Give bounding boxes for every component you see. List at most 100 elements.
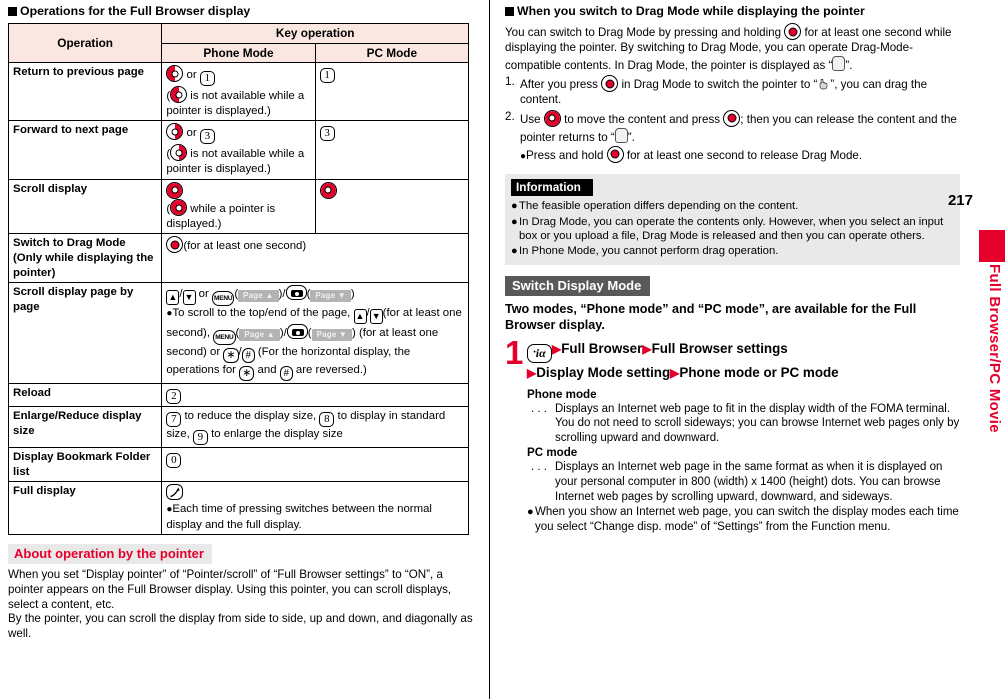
down-arrow-key-icon: ▼	[182, 290, 196, 306]
multifunction-key-left-icon	[170, 86, 188, 104]
left-section-heading: Operations for the Full Browser display	[8, 4, 478, 19]
key-1-icon: 1	[319, 68, 335, 84]
table-header-row-1: Operation Key operation	[7, 22, 469, 64]
key-8-icon: 8	[319, 412, 335, 428]
step-instruction: •iα ▶Full Browser▶Full Browser settings ▶…	[527, 338, 960, 383]
row-label-switch-drag-mode: Switch to Drag Mode (Only while displayi…	[7, 233, 163, 284]
star-key-icon: ∗	[239, 366, 255, 382]
information-title: Information	[511, 179, 593, 197]
or-text: or	[186, 69, 197, 82]
pointer-paragraph-1: When you set “Display pointer” of “Point…	[8, 568, 452, 611]
arrow-icon: ▶	[552, 341, 562, 356]
bullet-dot: ●	[511, 245, 518, 258]
key-2-icon: 2	[166, 389, 182, 405]
column-divider	[489, 0, 490, 699]
bullet-text-6: are reversed.)	[295, 364, 367, 377]
information-item: ● The feasible operation differs dependi…	[511, 199, 953, 213]
star-key-icon: ∗	[223, 348, 239, 364]
definition-term-pc-mode: PC mode	[527, 446, 578, 460]
multifunction-key-ring-icon	[543, 109, 561, 127]
bullet-dot: ●	[527, 506, 534, 519]
row-label-enlarge-reduce: Enlarge/Reduce display size	[7, 406, 163, 449]
information-item: ● In Phone Mode, you cannot perform drag…	[511, 244, 953, 258]
multifunction-key-ring-icon	[166, 181, 184, 199]
key-3-icon: 3	[199, 129, 215, 145]
page-number: 217	[947, 192, 973, 209]
table-row: Enlarge/Reduce display size 7 to reduce …	[7, 406, 469, 449]
left-section-heading-text: Operations for the Full Browser display	[20, 4, 251, 18]
bullet-text-5: and	[257, 364, 277, 377]
multifunction-key-ring-icon	[170, 199, 188, 217]
information-item-text: In Drag Mode, you can operate the conten…	[519, 215, 944, 242]
row-label-bookmark-folder: Display Bookmark Folder list	[7, 447, 163, 483]
key-0-icon: 0	[166, 453, 182, 469]
step2-bullet-text-1: Press and hold	[526, 148, 604, 162]
key-1-icon: 1	[199, 71, 215, 87]
side-tab-block	[979, 230, 1005, 262]
table-row: Display Bookmark Folder list 0	[7, 447, 469, 483]
multifunction-key-left-icon	[166, 65, 184, 83]
send-key-icon	[166, 484, 184, 501]
key-9-icon: 9	[192, 430, 208, 446]
row-label-full-display: Full display	[7, 481, 163, 536]
cell-switch-drag-mode: (for at least one second)	[161, 233, 469, 284]
center-key-icon	[784, 23, 802, 40]
mode-definitions: Phone mode . . . Displays an Internet we…	[527, 387, 960, 535]
right-column: When you switch to Drag Mode while displ…	[505, 4, 960, 534]
or-text: or	[198, 288, 209, 301]
bullet-text: To scroll to the top/end of the page,	[172, 307, 351, 320]
table-row: Reload 2	[7, 383, 469, 408]
multifunction-key-right-icon	[170, 144, 188, 162]
row-label-scroll-display: Scroll display	[7, 178, 163, 235]
cell-phone-scroll-display: ( while a pointer is displayed.)	[161, 178, 316, 235]
camera-key-icon	[286, 324, 308, 340]
definition-body: Displays an Internet web page to fit in …	[555, 402, 960, 444]
information-item-text: In Phone Mode, you cannot perform drag o…	[519, 245, 779, 258]
drag-section-heading-text: When you switch to Drag Mode while displ…	[517, 4, 865, 18]
hash-key-icon: #	[279, 366, 293, 382]
drag-intro-text-3: ”.	[845, 58, 853, 72]
switch-mode-note-text: When you show an Internet web page, you …	[535, 506, 959, 533]
definition-lead: . . .	[531, 461, 547, 474]
drag-step-2: 2. Use to move the content and press ; t…	[505, 109, 960, 164]
drag-intro-text-1: You can switch to Drag Mode by pressing …	[505, 26, 782, 39]
step-number-2: 2.	[505, 109, 515, 123]
step2-text-1: Use	[520, 112, 541, 126]
row-label-subtext: (Only while displaying the pointer)	[13, 251, 154, 279]
cell-enlarge-reduce: 7 to reduce the display size, 8 to displ…	[161, 406, 469, 449]
pointer-paragraph-2: By the pointer, you can scroll the displ…	[8, 612, 473, 641]
row-label-forward-next: Forward to next page	[7, 120, 163, 180]
table-row: Forward to next page or 3 ( is not avail…	[7, 120, 470, 180]
center-key-icon	[166, 236, 184, 254]
center-key-icon	[723, 109, 741, 127]
definition-lead: . . .	[531, 402, 547, 415]
black-square-icon	[8, 7, 17, 16]
information-box: Information ● The feasible operation dif…	[505, 174, 960, 265]
softkey-page-up-label: Page ▲	[238, 290, 279, 303]
row-label-text: Switch to Drag Mode	[13, 237, 126, 250]
arrow-icon: ▶	[642, 341, 652, 356]
step-seg-3: Display Mode setting	[536, 364, 671, 380]
step-number: 1	[505, 333, 524, 371]
table-row: Full display ●Each time of pressing swit…	[7, 481, 469, 536]
cell-bookmark-folder: 0	[161, 447, 469, 483]
row-label-reload: Reload	[7, 383, 163, 408]
drag-intro-paragraph: You can switch to Drag Mode by pressing …	[505, 23, 960, 73]
cell-phone-return-previous: or 1 ( is not available while a pointer …	[161, 62, 316, 122]
segment-text-3: to enlarge the display size	[211, 428, 343, 441]
arrow-icon: ▶	[527, 365, 537, 380]
header-key-operation: Key operation	[161, 23, 469, 44]
table-row: Scroll display ( while a pointer is disp…	[7, 178, 470, 235]
bullet-dot: ●	[511, 200, 518, 213]
pointer-glyph-icon	[614, 127, 628, 143]
softkey-page-up-label: Page ▲	[239, 329, 280, 342]
cell-scroll-page: ▲ / ▼ or MENU(Page ▲)/(Page ▼) ●To scroll …	[161, 282, 469, 385]
left-column: Operations for the Full Browser display …	[7, 4, 478, 642]
row-label-return-previous: Return to previous page	[7, 62, 163, 122]
grab-hand-icon	[817, 77, 830, 90]
operations-table: Operation Key operation Phone Mode PC Mo…	[7, 22, 470, 536]
cell-full-display: ●Each time of pressing switches between …	[161, 481, 469, 536]
menu-key-icon: MENU	[211, 291, 235, 307]
step2-text-2: to move the content and press	[564, 112, 721, 126]
header-pc-mode: PC Mode	[314, 42, 470, 64]
